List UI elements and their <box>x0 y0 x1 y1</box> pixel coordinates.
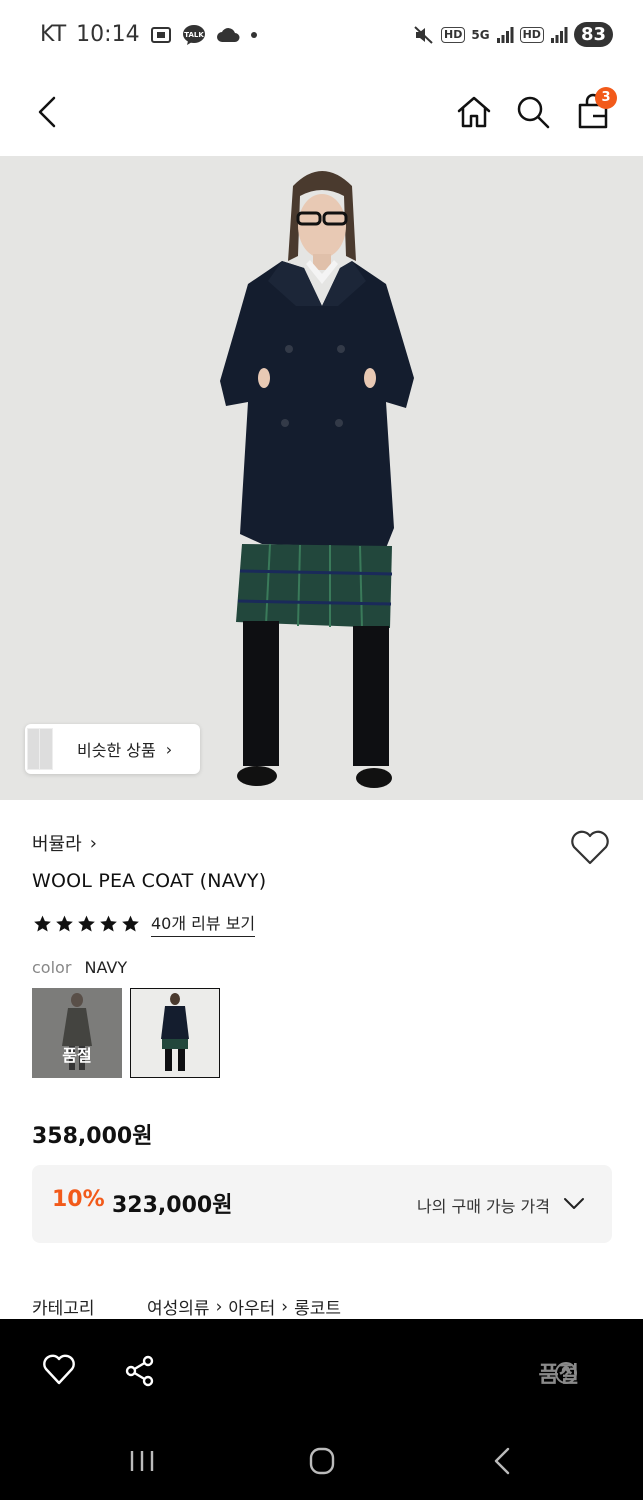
chevron-right-icon: › <box>165 739 173 759</box>
soldout-label: 품절 <box>62 1046 92 1065</box>
home-icon <box>457 96 491 128</box>
bottom-action-bar: 품절 <box>0 1319 643 1419</box>
screenshot-icon <box>150 25 172 45</box>
heart-icon <box>43 1354 75 1385</box>
category-breadcrumb: 카테고리 여성의류 › 아우터 › 롱코트 <box>32 1294 341 1320</box>
color-row: color NAVY <box>32 958 127 977</box>
home-button[interactable] <box>454 92 494 132</box>
star-icon <box>34 915 51 931</box>
share-icon <box>125 1355 154 1387</box>
category-link-2[interactable]: 아우터 <box>228 1294 275 1319</box>
like-button[interactable] <box>568 828 612 868</box>
app-header <box>0 70 643 156</box>
hd-badge: HD <box>441 26 466 43</box>
search-button[interactable] <box>513 92 553 132</box>
signal-icon-2 <box>550 26 568 44</box>
network-5g-label: 5G <box>471 27 490 42</box>
dot-icon <box>250 31 258 39</box>
rating-stars <box>32 914 141 934</box>
brand-chevron-icon: › <box>89 832 97 854</box>
star-icon <box>78 915 95 931</box>
discount-price: 323,000원 <box>112 1193 233 1218</box>
star-icon <box>100 915 117 931</box>
category-label: 카테고리 <box>32 1299 95 1319</box>
signal-icon <box>496 26 514 44</box>
battery-level: 83 <box>573 22 613 47</box>
color-swatch-soldout[interactable]: 품절 <box>32 988 122 1078</box>
category-separator-1: › <box>215 1296 223 1317</box>
brand-name: 버뮬라 <box>32 834 82 855</box>
rating-row: 40개 리뷰 보기 <box>32 910 256 937</box>
similar-products-button[interactable]: 비슷한 상품 › <box>25 724 200 774</box>
star-icon <box>122 915 139 931</box>
help-button[interactable] <box>554 1361 578 1385</box>
swatch-photo-selected <box>131 989 219 1077</box>
product-title: WOOL PEA COAT (NAVY) <box>32 870 267 892</box>
color-value: NAVY <box>84 958 128 977</box>
carrier-label: KT <box>40 22 67 47</box>
product-image[interactable] <box>0 156 643 800</box>
mute-icon <box>413 24 435 46</box>
chevron-left-icon <box>38 96 56 128</box>
review-link[interactable]: 40개 리뷰 보기 <box>151 910 256 937</box>
kakaotalk-icon: TALK <box>182 24 206 46</box>
bar-like-button[interactable] <box>41 1353 77 1387</box>
back-button[interactable] <box>30 92 66 132</box>
cart-count-badge: 3 <box>595 87 617 109</box>
heart-icon <box>571 830 609 865</box>
brand-link[interactable]: 버뮬라 › <box>32 830 97 856</box>
recent-apps-button[interactable] <box>122 1443 162 1479</box>
chevron-down-icon <box>564 1198 584 1209</box>
cloud-icon <box>216 27 240 43</box>
status-bar-left: KT 10:14 TALK <box>40 22 258 47</box>
question-icon <box>555 1362 577 1384</box>
my-price-label: 나의 구매 가능 가격 <box>416 1197 550 1216</box>
discount-rate: 10% <box>52 1187 105 1212</box>
nav-back-button[interactable] <box>482 1443 522 1479</box>
search-icon <box>517 96 550 129</box>
category-link-1[interactable]: 여성의류 <box>147 1294 210 1319</box>
recent-apps-icon <box>130 1451 154 1471</box>
similar-thumb-2 <box>39 728 53 770</box>
status-bar: KT 10:14 TALK HD 5G HD 83 <box>0 0 643 70</box>
nav-home-icon <box>309 1447 335 1475</box>
category-separator-2: › <box>281 1296 289 1317</box>
hd-badge-2: HD <box>519 26 544 43</box>
system-nav-bar <box>0 1419 643 1500</box>
star-icon <box>56 915 73 931</box>
nav-home-button[interactable] <box>302 1443 342 1479</box>
original-price: 358,000원 <box>32 1124 153 1149</box>
similar-thumbnails <box>25 724 55 774</box>
my-price-dropdown[interactable]: 10% 323,000원 나의 구매 가능 가격 <box>32 1165 612 1243</box>
status-bar-right: HD 5G HD 83 <box>413 22 613 47</box>
category-link-3[interactable]: 롱코트 <box>294 1294 341 1319</box>
color-label: color <box>32 958 72 977</box>
talk-badge-text: TALK <box>184 31 204 39</box>
color-swatch-navy[interactable] <box>130 988 220 1078</box>
nav-back-icon <box>494 1447 510 1475</box>
similar-products-label: 비슷한 상품 <box>77 741 156 760</box>
clock: 10:14 <box>76 22 140 47</box>
product-photo-illustration <box>0 156 643 800</box>
share-button[interactable] <box>122 1353 158 1389</box>
